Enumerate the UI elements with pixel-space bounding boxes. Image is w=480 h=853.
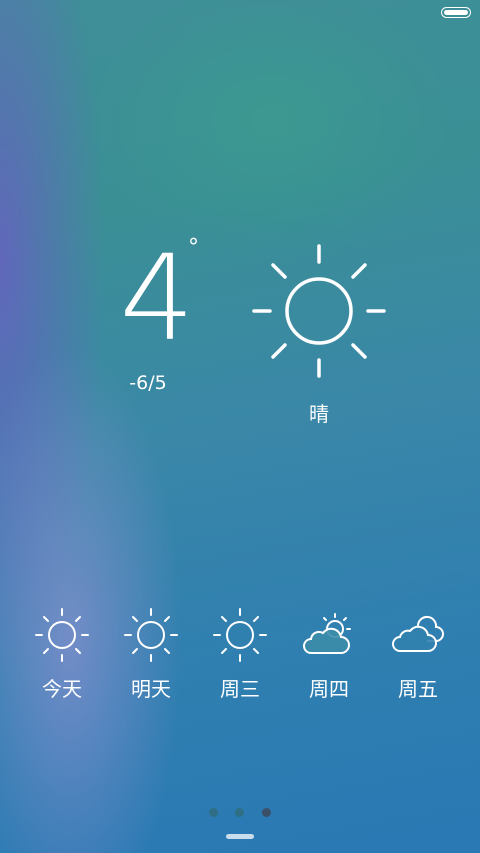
forecast-day-0[interactable]: 今天 [18, 605, 106, 715]
forecast-day-label: 周五 [398, 677, 438, 701]
forecast-day-1[interactable]: 明天 [107, 605, 195, 715]
forecast-day-label: 周四 [309, 677, 349, 701]
forecast-row: 今天 明天 周三 周四 周五 [18, 605, 462, 715]
sun-icon [213, 608, 267, 662]
page-dot-2[interactable] [235, 808, 244, 817]
page-indicator [205, 808, 285, 818]
sun-icon [35, 608, 89, 662]
forecast-day-label: 明天 [131, 677, 171, 701]
forecast-day-4[interactable]: 周五 [374, 605, 462, 715]
sun-icon [124, 608, 178, 662]
weather-condition: 晴 [309, 402, 329, 426]
forecast-day-label: 周三 [220, 677, 260, 701]
temperature-range: -6/5 [129, 372, 167, 394]
page-dot-1[interactable] [209, 808, 218, 817]
forecast-day-label: 今天 [42, 677, 82, 701]
sun-icon [252, 244, 386, 378]
home-handle[interactable] [226, 834, 254, 839]
forecast-day-3[interactable]: 周四 [285, 605, 373, 715]
degree-symbol: ° [188, 235, 199, 260]
partly-cloudy-icon [303, 613, 351, 654]
page-dot-3-active[interactable] [262, 808, 271, 817]
battery-icon [441, 7, 471, 18]
forecast-day-2[interactable]: 周三 [196, 605, 284, 715]
cloudy-icon [392, 616, 444, 652]
